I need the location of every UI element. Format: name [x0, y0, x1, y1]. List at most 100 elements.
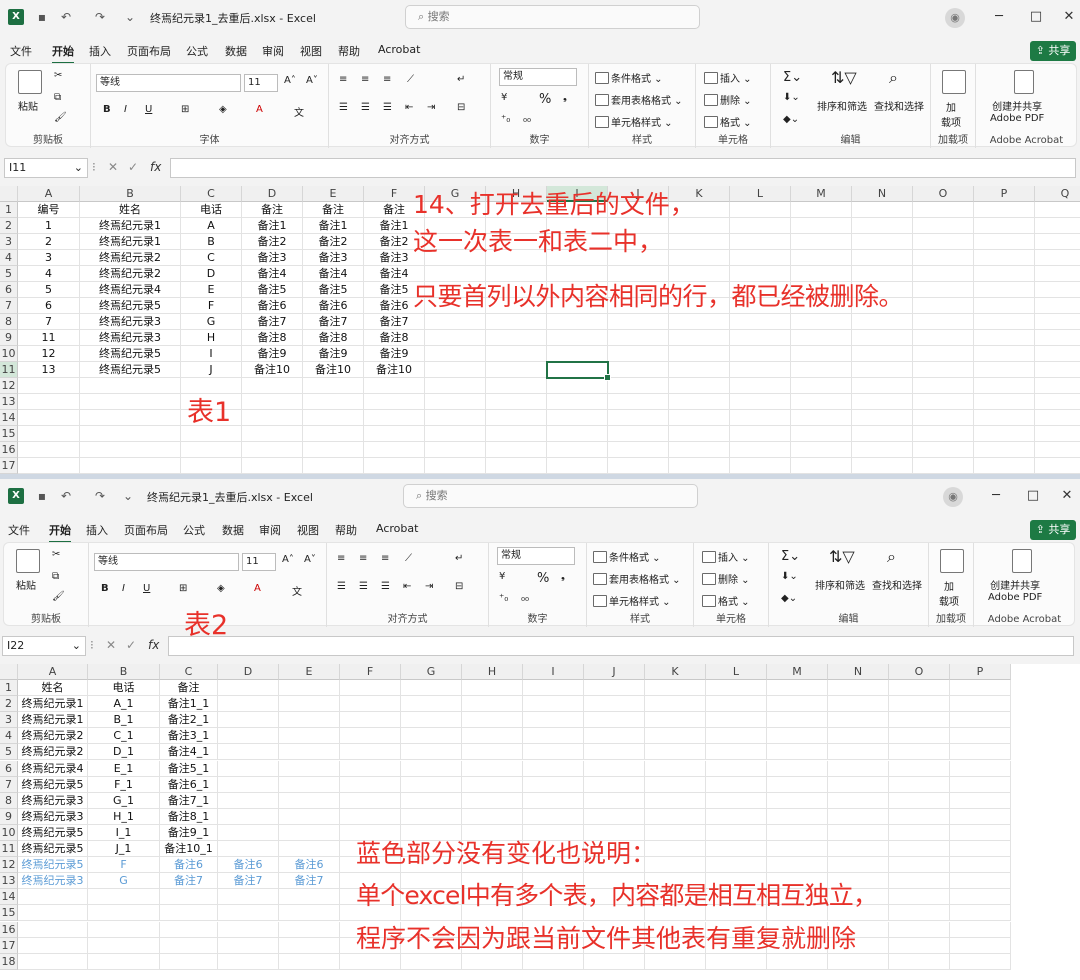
table-cell[interactable] — [1035, 330, 1080, 346]
table-cell[interactable] — [340, 680, 401, 697]
table-cell[interactable] — [608, 314, 669, 330]
table-cell[interactable] — [462, 776, 523, 793]
table-cell[interactable] — [974, 362, 1035, 378]
table-cell[interactable] — [974, 442, 1035, 458]
table-cell[interactable] — [523, 776, 584, 793]
table-cell[interactable] — [364, 442, 425, 458]
table-cell[interactable] — [218, 680, 279, 697]
column-header[interactable]: N — [852, 186, 913, 202]
table-cell[interactable]: 备注6 — [279, 857, 340, 874]
tab-insert[interactable]: 插入 — [86, 522, 108, 538]
table-cell[interactable] — [218, 824, 279, 841]
column-header[interactable]: J — [584, 664, 645, 680]
table-cell[interactable] — [462, 728, 523, 745]
table-cell[interactable] — [730, 314, 791, 330]
active-cell-selection[interactable] — [546, 361, 611, 381]
format-as-table-button[interactable]: 套用表格格式 ⌄ — [593, 571, 681, 586]
table-cell[interactable] — [828, 744, 889, 761]
table-cell[interactable] — [401, 792, 462, 809]
align-center-icon[interactable]: ☰ — [361, 102, 370, 113]
table-cell[interactable] — [364, 410, 425, 426]
row-header[interactable]: 3 — [0, 234, 18, 250]
formula-input[interactable] — [170, 158, 1076, 178]
table-cell[interactable] — [730, 346, 791, 362]
row-header[interactable]: 1 — [0, 202, 18, 218]
row-header[interactable]: 10 — [0, 346, 18, 362]
table-cell[interactable] — [889, 776, 950, 793]
table-cell[interactable] — [160, 905, 218, 922]
table-cell[interactable] — [242, 442, 303, 458]
table-cell[interactable]: H_1 — [88, 808, 160, 825]
paste-icon[interactable] — [18, 70, 42, 94]
formula-input[interactable] — [168, 636, 1074, 656]
tab-insert[interactable]: 插入 — [89, 43, 111, 59]
more-options-icon[interactable]: ⁝ — [90, 638, 94, 652]
table-cell[interactable]: 3 — [18, 250, 80, 266]
table-cell[interactable]: C — [181, 250, 242, 266]
table-cell[interactable]: 备注6 — [242, 298, 303, 314]
tab-view[interactable]: 视图 — [297, 522, 319, 538]
table-cell[interactable] — [669, 458, 730, 474]
table-cell[interactable] — [160, 889, 218, 906]
customize-toolbar-icon[interactable]: ⌄ — [122, 9, 138, 25]
row-header[interactable]: 2 — [0, 696, 18, 713]
table-cell[interactable] — [608, 458, 669, 474]
table-cell[interactable]: 备注2_1 — [160, 712, 218, 729]
number-format-select[interactable]: 常规 — [499, 68, 577, 86]
table-cell[interactable]: 终焉纪元录3 — [18, 873, 88, 890]
table-cell[interactable] — [486, 426, 547, 442]
cancel-icon[interactable]: ✕ — [108, 160, 118, 174]
table-cell[interactable] — [547, 442, 608, 458]
save-icon[interactable]: ▪ — [34, 488, 50, 504]
table-cell[interactable] — [425, 378, 486, 394]
table-cell[interactable] — [364, 378, 425, 394]
table-cell[interactable] — [950, 760, 1011, 777]
merge-center-icon[interactable]: ⊟ — [457, 102, 465, 113]
table-cell[interactable] — [279, 776, 340, 793]
font-name-select[interactable]: 等线 — [94, 553, 239, 571]
table-cell[interactable] — [828, 760, 889, 777]
table-cell[interactable] — [1035, 250, 1080, 266]
tab-review[interactable]: 审阅 — [259, 522, 281, 538]
share-button[interactable]: ⇪ 共享 — [1030, 520, 1076, 540]
table-cell[interactable] — [645, 696, 706, 713]
format-painter-icon[interactable]: 🖌 — [54, 112, 67, 123]
table-cell[interactable] — [974, 346, 1035, 362]
table-cell[interactable] — [425, 330, 486, 346]
table-cell[interactable]: 编号 — [18, 202, 80, 218]
row-header[interactable]: 17 — [0, 458, 18, 474]
table-cell[interactable] — [88, 937, 160, 954]
table-cell[interactable] — [242, 458, 303, 474]
table-cell[interactable] — [852, 362, 913, 378]
currency-icon[interactable]: ¥ — [501, 92, 507, 103]
table-cell[interactable] — [791, 218, 852, 234]
increase-decimal-icon[interactable]: ⁺₀ — [501, 114, 510, 125]
table-cell[interactable] — [889, 889, 950, 906]
bold-icon[interactable]: B — [101, 583, 109, 594]
table-cell[interactable] — [88, 953, 160, 970]
table-cell[interactable] — [242, 394, 303, 410]
border-icon[interactable]: ⊞ — [179, 583, 187, 594]
table-cell[interactable]: 终焉纪元录2 — [80, 250, 181, 266]
bold-icon[interactable]: B — [103, 104, 111, 115]
row-header[interactable]: 14 — [0, 889, 18, 906]
table-cell[interactable] — [279, 760, 340, 777]
table-cell[interactable] — [425, 314, 486, 330]
table-cell[interactable] — [645, 680, 706, 697]
table-cell[interactable] — [669, 314, 730, 330]
table-cell[interactable] — [608, 394, 669, 410]
table-cell[interactable] — [279, 680, 340, 697]
table-cell[interactable]: J_1 — [88, 841, 160, 858]
table-cell[interactable] — [401, 953, 462, 970]
table-cell[interactable] — [486, 346, 547, 362]
column-header[interactable]: L — [706, 664, 767, 680]
row-header[interactable]: 8 — [0, 314, 18, 330]
table-cell[interactable] — [791, 330, 852, 346]
row-header[interactable]: 3 — [0, 712, 18, 729]
table-cell[interactable] — [218, 776, 279, 793]
table-cell[interactable] — [791, 346, 852, 362]
table-cell[interactable] — [767, 953, 828, 970]
table-cell[interactable] — [279, 841, 340, 858]
table-cell[interactable] — [974, 282, 1035, 298]
table-cell[interactable] — [462, 808, 523, 825]
